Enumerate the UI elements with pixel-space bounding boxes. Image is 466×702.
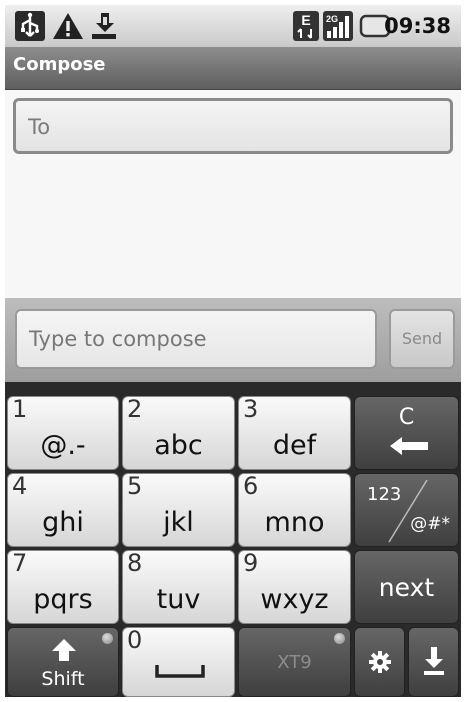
title-bar: Compose <box>5 47 461 90</box>
send-button[interactable]: Send <box>389 309 455 369</box>
key-label: ghi <box>42 507 84 538</box>
xt9-label: XT9 <box>277 652 312 673</box>
shift-key[interactable]: Shift <box>7 627 119 697</box>
key-5[interactable]: 5 jkl <box>122 473 235 547</box>
key-9[interactable]: 9 wxyz <box>238 550 351 624</box>
network-type: 2G <box>326 14 338 24</box>
settings-key[interactable] <box>354 627 405 697</box>
hide-keyboard-icon <box>424 647 444 675</box>
recipient-field[interactable]: To <box>13 98 453 154</box>
key-number: 3 <box>243 396 259 423</box>
key-1[interactable]: 1 @.- <box>7 396 119 470</box>
key-0-space[interactable]: 0 <box>122 627 235 697</box>
key-label: mno <box>264 507 325 538</box>
recipient-placeholder: To <box>28 115 51 139</box>
key-label: tuv <box>156 584 201 615</box>
download-notification-icon <box>92 13 116 39</box>
key-label: jkl <box>163 507 194 538</box>
message-input[interactable]: Type to compose <box>15 309 377 369</box>
clear-key[interactable]: C <box>354 396 459 470</box>
key-7[interactable]: 7 pqrs <box>7 550 119 624</box>
clock: 09:38 <box>384 14 451 38</box>
network-letter: E <box>301 12 310 28</box>
key-3[interactable]: 3 def <box>238 396 351 470</box>
key-label: def <box>272 430 317 461</box>
backspace-icon <box>390 437 428 455</box>
shift-label: Shift <box>41 668 85 690</box>
compose-bar: Type to compose Send <box>5 298 461 382</box>
message-area: To <box>5 90 461 298</box>
signal-icon: 2G <box>323 11 353 41</box>
hide-keyboard-key[interactable] <box>408 627 459 697</box>
status-bar: E 2G 09:38 <box>5 5 461 47</box>
key-8[interactable]: 8 tuv <box>122 550 235 624</box>
next-key[interactable]: next <box>354 550 459 624</box>
warning-icon <box>53 13 83 39</box>
mode-symbol-label: @#* <box>410 514 450 534</box>
key-number: 0 <box>127 627 143 654</box>
page-title: Compose <box>13 54 106 75</box>
key-number: 1 <box>12 396 28 423</box>
key-2[interactable]: 2 abc <box>122 396 235 470</box>
key-number: 9 <box>243 550 259 577</box>
key-label: wxyz <box>260 584 329 615</box>
key-label: abc <box>154 430 203 461</box>
key-number: 7 <box>12 550 28 577</box>
shift-arrow-icon <box>52 639 76 661</box>
phone-screen: E 2G 09:38 Compose To Type to compose Se… <box>5 5 461 697</box>
gear-icon <box>369 651 391 673</box>
key-number: 8 <box>127 550 143 577</box>
message-placeholder: Type to compose <box>29 327 207 351</box>
key-number: 2 <box>127 396 143 423</box>
key-number: 4 <box>12 473 28 500</box>
xt9-key[interactable]: XT9 <box>238 627 351 697</box>
mode-numeric-label: 123 <box>367 484 402 505</box>
space-bar-icon <box>155 665 205 678</box>
key-number: 5 <box>127 473 143 500</box>
soft-keyboard: 1 @.- 2 abc 3 def C 4 ghi 5 jkl 6 mno 12… <box>5 382 461 697</box>
key-number: 6 <box>243 473 259 500</box>
mode-switch-key[interactable]: 123 @#* <box>354 473 459 547</box>
key-4[interactable]: 4 ghi <box>7 473 119 547</box>
send-label: Send <box>401 329 443 348</box>
key-6[interactable]: 6 mno <box>238 473 351 547</box>
next-label: next <box>378 573 435 602</box>
clear-label: C <box>398 405 415 430</box>
key-label: @.- <box>40 430 86 461</box>
xt9-indicator <box>334 633 345 644</box>
key-label: pqrs <box>33 584 93 615</box>
shift-indicator <box>102 633 113 644</box>
usb-icon <box>15 11 45 41</box>
edge-data-icon: E <box>293 11 319 41</box>
